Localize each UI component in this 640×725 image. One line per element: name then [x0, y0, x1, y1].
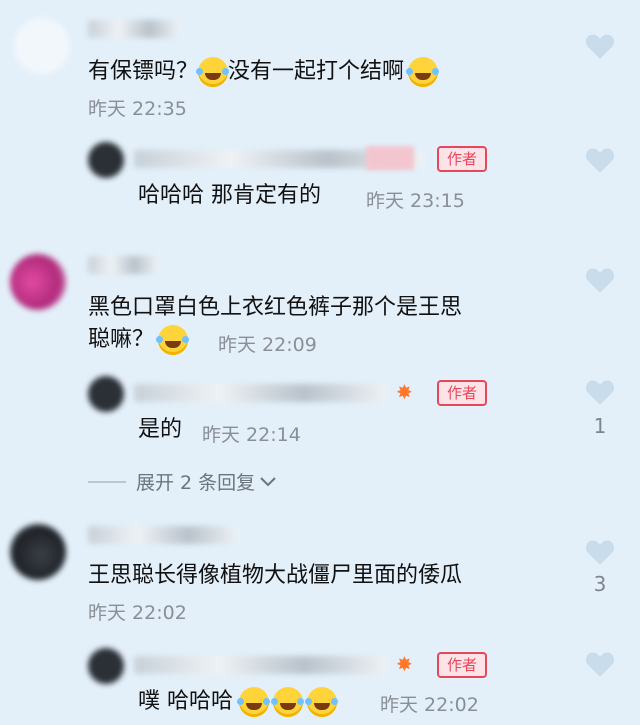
- author-badge: 作者: [437, 652, 488, 678]
- like-count: 1: [593, 414, 607, 438]
- reply-username[interactable]: [134, 384, 388, 402]
- reply-timestamp: 昨天 22:14: [202, 424, 301, 446]
- comment-text-part: 没有一起打个结啊: [228, 59, 405, 84]
- reply-avatar[interactable]: [88, 142, 124, 178]
- spark-icon: ✸: [396, 652, 413, 676]
- heart-icon[interactable]: [584, 378, 616, 406]
- timestamp: 昨天 22:09: [218, 334, 317, 356]
- username[interactable]: [88, 20, 180, 38]
- reply-timestamp: 昨天 22:02: [380, 694, 479, 716]
- heart-icon[interactable]: [584, 146, 616, 174]
- heart-icon[interactable]: [584, 266, 616, 294]
- laughing-crying-emoji-icon: [196, 57, 229, 87]
- avatar[interactable]: [10, 524, 66, 580]
- laughing-crying-emoji-icon: [305, 687, 337, 717]
- reply-text: 噗 哈哈哈: [138, 686, 337, 718]
- laughing-crying-emoji-icon: [156, 325, 189, 355]
- blurred-area: [366, 146, 414, 170]
- comment-text: 有保镖吗？ 没有一起打个结啊: [88, 56, 439, 88]
- avatar[interactable]: [14, 18, 70, 74]
- timestamp: 昨天 22:02: [88, 602, 187, 624]
- reply-avatar[interactable]: [88, 376, 124, 412]
- reply-text: 是的: [138, 417, 183, 442]
- spark-icon: ✸: [396, 380, 413, 404]
- expand-replies-label: 展开 2 条回复: [136, 472, 256, 494]
- username[interactable]: [88, 256, 158, 274]
- reply-text: 哈哈哈 那肯定有的: [138, 183, 321, 208]
- chevron-down-icon: [260, 477, 276, 487]
- comment-text-part: 有保镖吗？: [88, 59, 199, 84]
- comment-text-part: 聪嘛？: [88, 327, 155, 352]
- like-count: 3: [593, 572, 607, 596]
- comment-text: 王思聪长得像植物大战僵尸里面的倭瓜: [88, 563, 463, 588]
- avatar[interactable]: [10, 254, 66, 310]
- expand-replies-button[interactable]: 展开 2 条回复: [136, 468, 278, 495]
- heart-icon[interactable]: [584, 650, 616, 678]
- reply-timestamp: 昨天 23:15: [366, 190, 465, 212]
- reply-text-part: 噗 哈哈哈: [138, 689, 233, 714]
- comment-text-line: 聪嘛？: [88, 324, 189, 356]
- username[interactable]: [88, 526, 238, 544]
- laughing-crying-emoji-icon: [406, 57, 439, 87]
- comment-text-line: 黑色口罩白色上衣红色裤子那个是王思: [88, 295, 463, 320]
- heart-icon[interactable]: [584, 538, 616, 566]
- heart-icon[interactable]: [584, 32, 616, 60]
- divider: [88, 481, 126, 483]
- laughing-crying-emoji-icon: [271, 687, 303, 717]
- author-badge: 作者: [437, 380, 488, 406]
- reply-username[interactable]: [134, 656, 388, 674]
- laughing-crying-emoji-icon: [237, 687, 269, 717]
- timestamp: 昨天 22:35: [88, 98, 187, 120]
- reply-avatar[interactable]: [88, 648, 124, 684]
- author-badge: 作者: [437, 146, 488, 172]
